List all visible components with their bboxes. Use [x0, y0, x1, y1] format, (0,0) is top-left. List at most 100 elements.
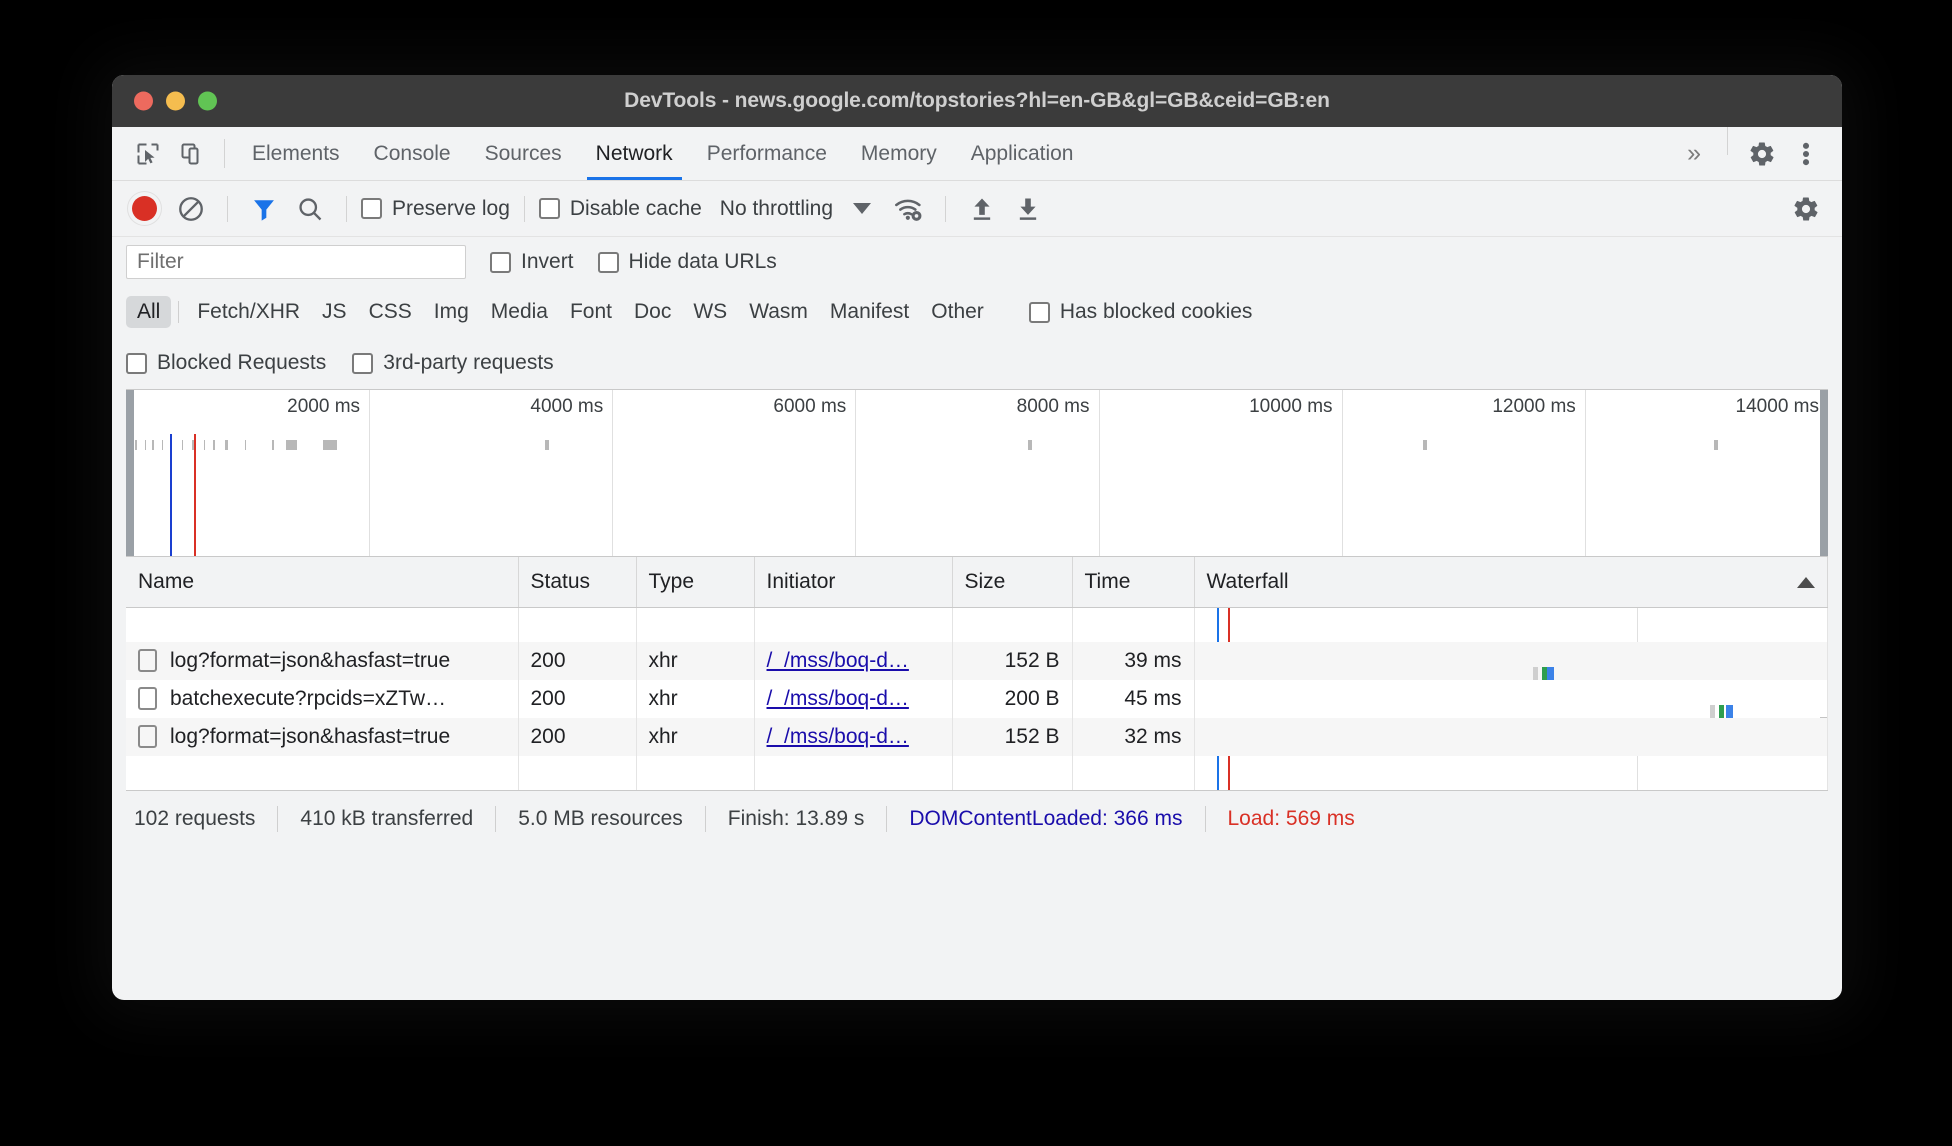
status-divider	[886, 805, 888, 832]
overview-left-handle[interactable]	[126, 390, 134, 556]
type-filter-font[interactable]: Font	[559, 296, 623, 328]
devtools-tabbar: Elements Console Sources Network Perform…	[112, 127, 1842, 181]
request-initiator[interactable]: /_/mss/boq-d…	[754, 679, 953, 718]
tab-label: Sources	[484, 141, 562, 165]
preserve-log-label: Preserve log	[392, 196, 510, 220]
toolbar-divider-3	[523, 195, 525, 222]
hide-data-urls-checkbox[interactable]: Hide data URLs	[597, 250, 777, 274]
wifi-settings-icon[interactable]	[887, 189, 931, 229]
more-tabs-chevron-icon[interactable]: »	[1673, 139, 1715, 168]
request-name-cell[interactable]: batchexecute?rpcids=xZTw…	[126, 679, 519, 718]
blocked-requests-label: Blocked Requests	[157, 351, 327, 374]
download-arrow-icon[interactable]	[1006, 189, 1050, 229]
type-filter-other[interactable]: Other	[920, 296, 995, 328]
type-filter-doc[interactable]: Doc	[623, 296, 682, 328]
overview-gridline	[369, 390, 371, 556]
has-blocked-cookies-checkbox[interactable]: Has blocked cookies	[1028, 300, 1252, 324]
tab-performance[interactable]: Performance	[690, 127, 844, 180]
chevron-down-icon[interactable]	[853, 203, 872, 214]
overview-tick-label: 12000 ms	[1492, 396, 1576, 417]
table-row[interactable]: batchexecute?rpcids=xZTw… 200 xhr /_/mss…	[126, 679, 1828, 718]
request-type: xhr	[636, 641, 755, 680]
status-finish: Finish: 13.89 s	[727, 806, 865, 830]
device-toolbar-icon[interactable]	[170, 134, 214, 174]
blocked-requests-checkbox[interactable]: Blocked Requests	[126, 351, 326, 375]
tab-label: Memory	[860, 141, 937, 165]
overview-tick-label: 6000 ms	[773, 396, 847, 417]
network-settings-gear-icon[interactable]	[1784, 189, 1828, 229]
inspect-cursor-icon[interactable]	[126, 134, 170, 174]
type-filter-img[interactable]: Img	[423, 296, 480, 328]
toolbar-divider	[227, 195, 228, 222]
type-filter-ws[interactable]: WS	[682, 296, 738, 328]
type-filter-divider	[178, 301, 180, 323]
tab-sources[interactable]: Sources	[468, 127, 579, 180]
waterfall-cell	[1194, 679, 1828, 718]
gear-icon[interactable]	[1740, 134, 1784, 174]
tab-console[interactable]: Console	[357, 127, 468, 180]
waterfall-cell	[1194, 755, 1828, 790]
network-request-table: Name Status Type Initiator Size Time Wat…	[126, 557, 1828, 791]
column-header-size[interactable]: Size	[952, 557, 1073, 608]
close-button[interactable]	[134, 91, 153, 111]
filter-funnel-icon[interactable]	[242, 189, 286, 229]
initiator-link[interactable]: /_/mss/boq-d…	[767, 725, 909, 748]
request-initiator[interactable]: /_/mss/boq-d…	[754, 641, 953, 680]
request-status: 200	[518, 717, 637, 756]
request-initiator[interactable]: /_/mss/boq-d…	[754, 717, 953, 756]
column-header-status[interactable]: Status	[518, 557, 637, 608]
status-divider	[704, 805, 706, 832]
checkbox-box	[1028, 301, 1050, 323]
type-filter-css[interactable]: CSS	[358, 296, 423, 328]
overview-request-mark	[134, 440, 137, 450]
tabbar-actions: »	[1673, 127, 1842, 180]
maximize-button[interactable]	[198, 91, 217, 111]
initiator-link[interactable]: /_/mss/boq-d…	[767, 687, 909, 710]
upload-arrow-icon[interactable]	[960, 189, 1004, 229]
filter-input[interactable]	[126, 245, 466, 279]
initiator-link[interactable]: /_/mss/boq-d…	[767, 649, 909, 672]
type-filter-js[interactable]: JS	[311, 296, 358, 328]
type-filter-all[interactable]: All	[126, 296, 172, 328]
column-header-initiator[interactable]: Initiator	[754, 557, 953, 608]
tab-application[interactable]: Application	[954, 127, 1091, 180]
request-name-cell[interactable]: log?format=json&hasfast=true	[126, 641, 519, 680]
column-header-type[interactable]: Type	[636, 557, 755, 608]
overview-tick-label: 14000 ms	[1735, 396, 1819, 417]
minimize-button[interactable]	[166, 91, 185, 111]
column-header-name[interactable]: Name	[126, 557, 519, 608]
preserve-log-checkbox[interactable]: Preserve log	[361, 197, 510, 221]
disable-cache-checkbox[interactable]: Disable cache	[538, 197, 702, 221]
vertical-dots-icon[interactable]	[1784, 134, 1828, 174]
third-party-requests-checkbox[interactable]: 3rd-party requests	[352, 351, 554, 375]
tab-elements[interactable]: Elements	[235, 127, 357, 180]
column-header-waterfall[interactable]: Waterfall	[1194, 557, 1828, 608]
record-button[interactable]	[132, 196, 157, 221]
tab-network[interactable]: Network	[579, 127, 690, 180]
checkbox-box	[490, 251, 511, 273]
type-filter-manifest[interactable]: Manifest	[819, 296, 920, 328]
network-toolbar: Preserve log Disable cache No throttling	[112, 181, 1842, 237]
column-header-time[interactable]: Time	[1072, 557, 1195, 608]
clear-icon[interactable]	[169, 189, 213, 229]
toolbar-divider-2	[346, 195, 347, 222]
network-overview-timeline[interactable]: 2000 ms 4000 ms 6000 ms 8000 ms 10000 ms…	[126, 389, 1828, 557]
tab-label: Performance	[706, 141, 827, 165]
table-spacer-row	[126, 607, 1828, 642]
overview-gridline	[612, 390, 614, 556]
request-name-cell[interactable]: log?format=json&hasfast=true	[126, 717, 519, 756]
type-filter-fetch-xhr[interactable]: Fetch/XHR	[186, 296, 311, 328]
table-row[interactable]: log?format=json&hasfast=true 200 xhr /_/…	[126, 641, 1828, 680]
status-divider	[495, 805, 497, 832]
overview-request-mark	[224, 440, 228, 450]
tab-memory[interactable]: Memory	[844, 127, 954, 180]
invert-checkbox[interactable]: Invert	[490, 250, 574, 274]
search-icon[interactable]	[288, 189, 332, 229]
type-filter-wasm[interactable]: Wasm	[738, 296, 819, 328]
type-filter-media[interactable]: Media	[480, 296, 559, 328]
tab-label: Application	[970, 141, 1074, 165]
overview-request-mark	[1028, 440, 1033, 450]
table-row[interactable]: log?format=json&hasfast=true 200 xhr /_/…	[126, 717, 1828, 756]
overview-gridline	[1098, 390, 1100, 556]
throttling-select[interactable]: No throttling	[720, 197, 833, 221]
